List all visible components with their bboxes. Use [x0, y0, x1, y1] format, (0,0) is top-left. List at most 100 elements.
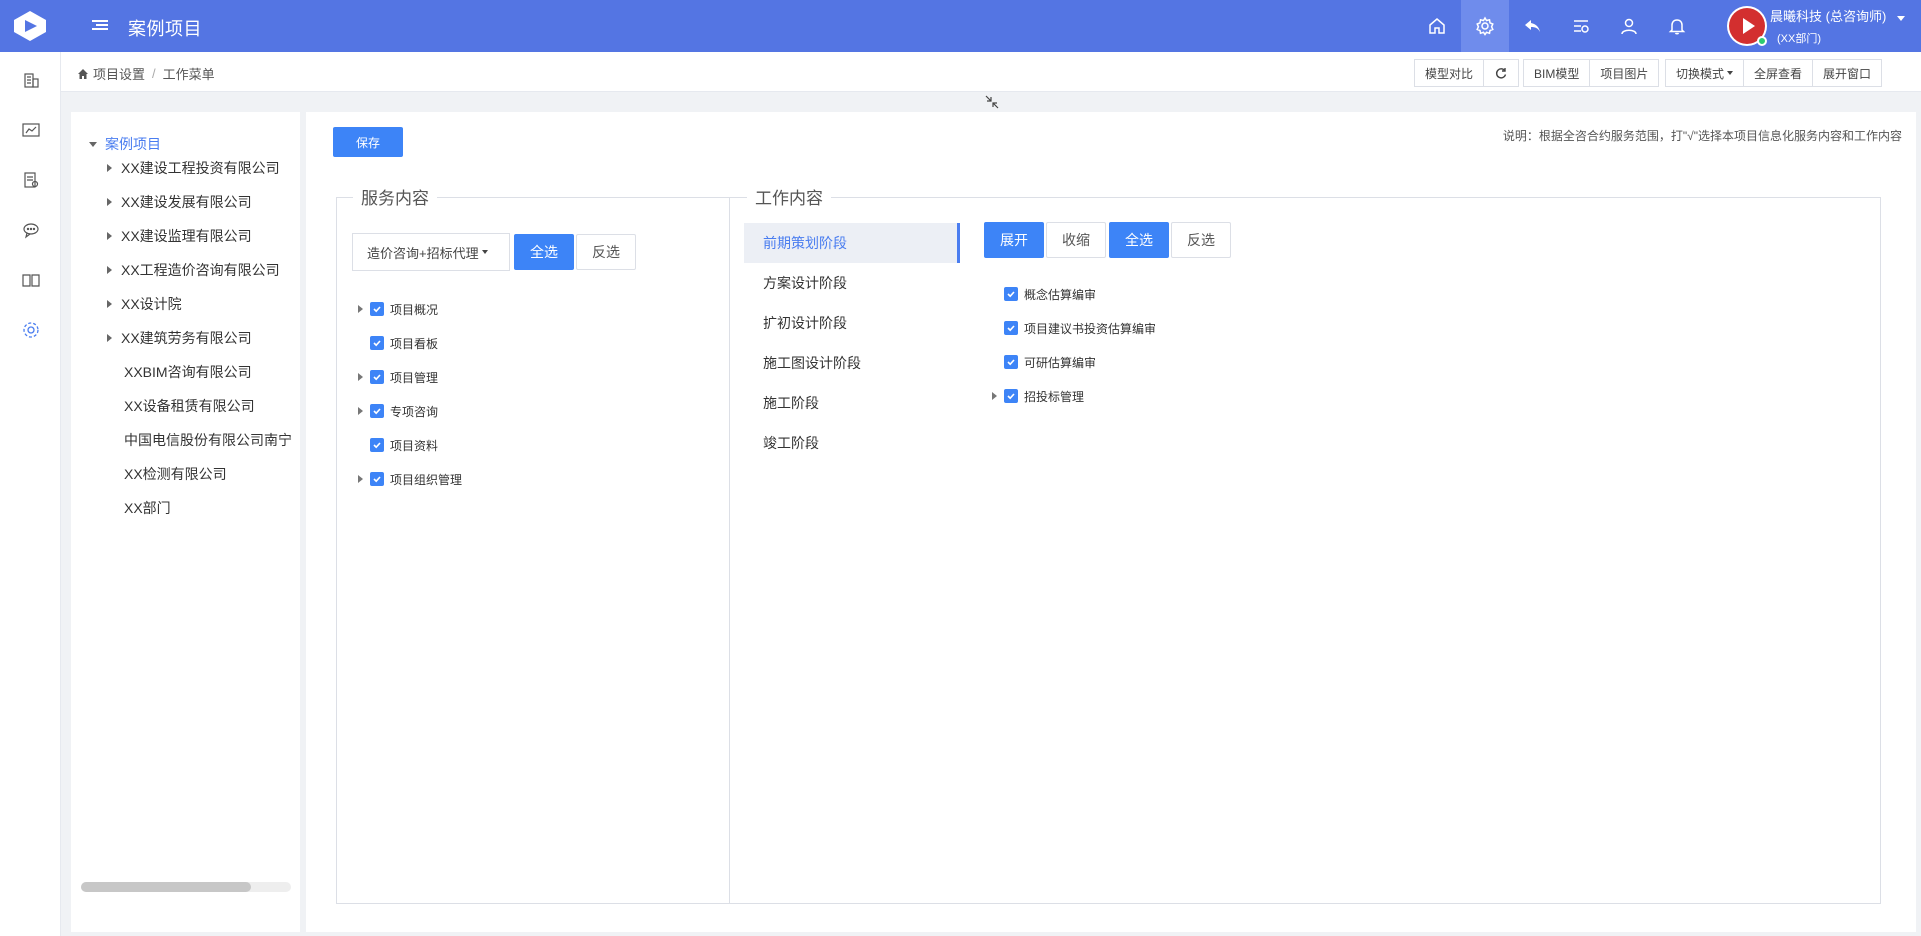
service-item-label: 项目管理 [390, 370, 439, 385]
service-item[interactable]: 项目组织管理 [358, 470, 462, 488]
breadcrumb-item[interactable]: 项目设置 [93, 64, 145, 83]
bell-icon[interactable] [1653, 0, 1701, 52]
bim-model-button[interactable]: BIM模型 [1523, 59, 1591, 87]
checkbox[interactable] [370, 336, 384, 350]
work-item[interactable]: 可研估算编审 [992, 353, 1096, 371]
work-invert-button[interactable]: 反选 [1171, 222, 1231, 258]
tree-node[interactable]: XX设备租赁有限公司 [124, 396, 255, 416]
building-icon[interactable] [20, 69, 42, 91]
checkbox[interactable] [370, 302, 384, 316]
work-item[interactable]: 招投标管理 [992, 387, 1084, 405]
refresh-button[interactable] [1483, 59, 1520, 87]
tree-node[interactable]: 中国电信股份有限公司南宁 [124, 430, 292, 450]
checkbox[interactable] [1004, 287, 1018, 301]
tree-node[interactable]: XX建筑劳务有限公司 [107, 328, 252, 348]
save-button[interactable]: 保存 [333, 127, 403, 157]
mode-group: 切换模式 全屏查看 展开窗口 [1665, 59, 1883, 87]
service-item[interactable]: 项目管理 [358, 368, 438, 386]
caret-right-icon[interactable] [358, 475, 363, 483]
menu-toggle-icon[interactable] [92, 18, 108, 34]
chevron-down-icon[interactable] [1897, 16, 1905, 21]
switch-mode-button[interactable]: 切换模式 [1665, 59, 1745, 87]
checkbox[interactable] [370, 472, 384, 486]
collapse-button[interactable]: 收缩 [1046, 222, 1106, 258]
model-compare-button[interactable]: 模型对比 [1414, 59, 1485, 87]
service-item-label: 项目资料 [390, 438, 439, 453]
checkbox[interactable] [1004, 355, 1018, 369]
user-menu[interactable]: 晨曦科技 (总咨询师) (XX部门) [1725, 4, 1917, 48]
caret-right-icon[interactable] [358, 373, 363, 381]
tree-node[interactable]: XX设计院 [107, 294, 182, 314]
user-name: 晨曦科技 (总咨询师) [1770, 9, 1887, 24]
tree-root[interactable]: 案例项目 [89, 134, 161, 154]
work-item-label: 项目建议书投资估算编审 [1024, 321, 1157, 336]
caret-right-icon[interactable] [107, 232, 112, 240]
caret-down-icon[interactable] [89, 141, 97, 147]
back-icon[interactable] [1509, 0, 1557, 52]
scrollbar-thumb[interactable] [81, 882, 251, 892]
tree-node[interactable]: XX部门 [124, 498, 171, 518]
horizontal-scrollbar[interactable] [81, 882, 291, 892]
work-item[interactable]: 概念估算编审 [992, 285, 1096, 303]
caret-right-icon[interactable] [107, 300, 112, 308]
chat-icon[interactable] [20, 219, 42, 241]
expand-window-button[interactable]: 展开窗口 [1812, 59, 1883, 87]
stage-item[interactable]: 前期策划阶段 [744, 223, 960, 263]
home-icon [78, 68, 88, 79]
tree-node[interactable]: XX建设发展有限公司 [107, 192, 252, 212]
tree-node[interactable]: XX建设工程投资有限公司 [107, 158, 280, 178]
stage-item[interactable]: 方案设计阶段 [744, 263, 960, 303]
work-item[interactable]: 项目建议书投资估算编审 [992, 319, 1156, 337]
project-images-button[interactable]: 项目图片 [1589, 59, 1660, 87]
collapse-icon[interactable] [984, 94, 1000, 110]
tree-node[interactable]: XXBIM咨询有限公司 [124, 362, 252, 382]
service-item[interactable]: 项目看板 [358, 334, 438, 352]
service-item-label: 项目看板 [390, 336, 439, 351]
main-panel: 保存 说明：根据全咨合约服务范围，打"√"选择本项目信息化服务内容和工作内容 服… [306, 112, 1916, 932]
service-item[interactable]: 项目资料 [358, 436, 438, 454]
caret-right-icon[interactable] [358, 407, 363, 415]
stage-item[interactable]: 竣工阶段 [744, 423, 960, 463]
checkbox[interactable] [370, 438, 384, 452]
book-icon[interactable] [20, 269, 42, 291]
chart-icon[interactable] [20, 119, 42, 141]
caret-right-icon[interactable] [992, 392, 997, 400]
tree-node[interactable]: XX检测有限公司 [124, 464, 227, 484]
caret-right-icon[interactable] [107, 198, 112, 206]
gear-icon[interactable] [20, 319, 42, 341]
service-item[interactable]: 专项咨询 [358, 402, 438, 420]
service-type-value: 造价咨询+招标代理 [367, 245, 479, 261]
expand-button[interactable]: 展开 [984, 222, 1044, 258]
checkbox[interactable] [370, 404, 384, 418]
service-legend: 服务内容 [353, 184, 437, 209]
settings-icon[interactable] [1461, 0, 1509, 52]
service-item[interactable]: 项目概况 [358, 300, 438, 318]
tree-node[interactable]: XX建设监理有限公司 [107, 226, 252, 246]
service-invert-button[interactable]: 反选 [576, 234, 636, 270]
checkbox[interactable] [1004, 321, 1018, 335]
caret-right-icon[interactable] [358, 305, 363, 313]
work-select-all-button[interactable]: 全选 [1109, 222, 1169, 258]
app-logo-icon[interactable] [10, 9, 50, 43]
document-icon[interactable] [20, 169, 42, 191]
stage-item[interactable]: 扩初设计阶段 [744, 303, 960, 343]
instruction-note: 说明：根据全咨合约服务范围，打"√"选择本项目信息化服务内容和工作内容 [1502, 129, 1902, 143]
top-header: 案例项目 晨曦科技 (总咨询师) (XX部门) [0, 0, 1921, 52]
tree-node-label: XX建设工程投资有限公司 [121, 160, 280, 176]
fullscreen-button[interactable]: 全屏查看 [1743, 59, 1814, 87]
caret-right-icon[interactable] [107, 266, 112, 274]
column-divider [729, 197, 730, 904]
checkbox[interactable] [370, 370, 384, 384]
stage-item[interactable]: 施工阶段 [744, 383, 960, 423]
checkbox[interactable] [1004, 389, 1018, 403]
stage-list: 前期策划阶段 方案设计阶段 扩初设计阶段 施工图设计阶段 施工阶段 竣工阶段 [744, 223, 960, 463]
stage-item[interactable]: 施工图设计阶段 [744, 343, 960, 383]
user-icon[interactable] [1605, 0, 1653, 52]
service-type-select[interactable]: 造价咨询+招标代理 [352, 233, 510, 271]
list-icon[interactable] [1557, 0, 1605, 52]
home-icon[interactable] [1413, 0, 1461, 52]
caret-right-icon[interactable] [107, 164, 112, 172]
caret-right-icon[interactable] [107, 334, 112, 342]
service-select-all-button[interactable]: 全选 [514, 234, 574, 270]
tree-node[interactable]: XX工程造价咨询有限公司 [107, 260, 280, 280]
